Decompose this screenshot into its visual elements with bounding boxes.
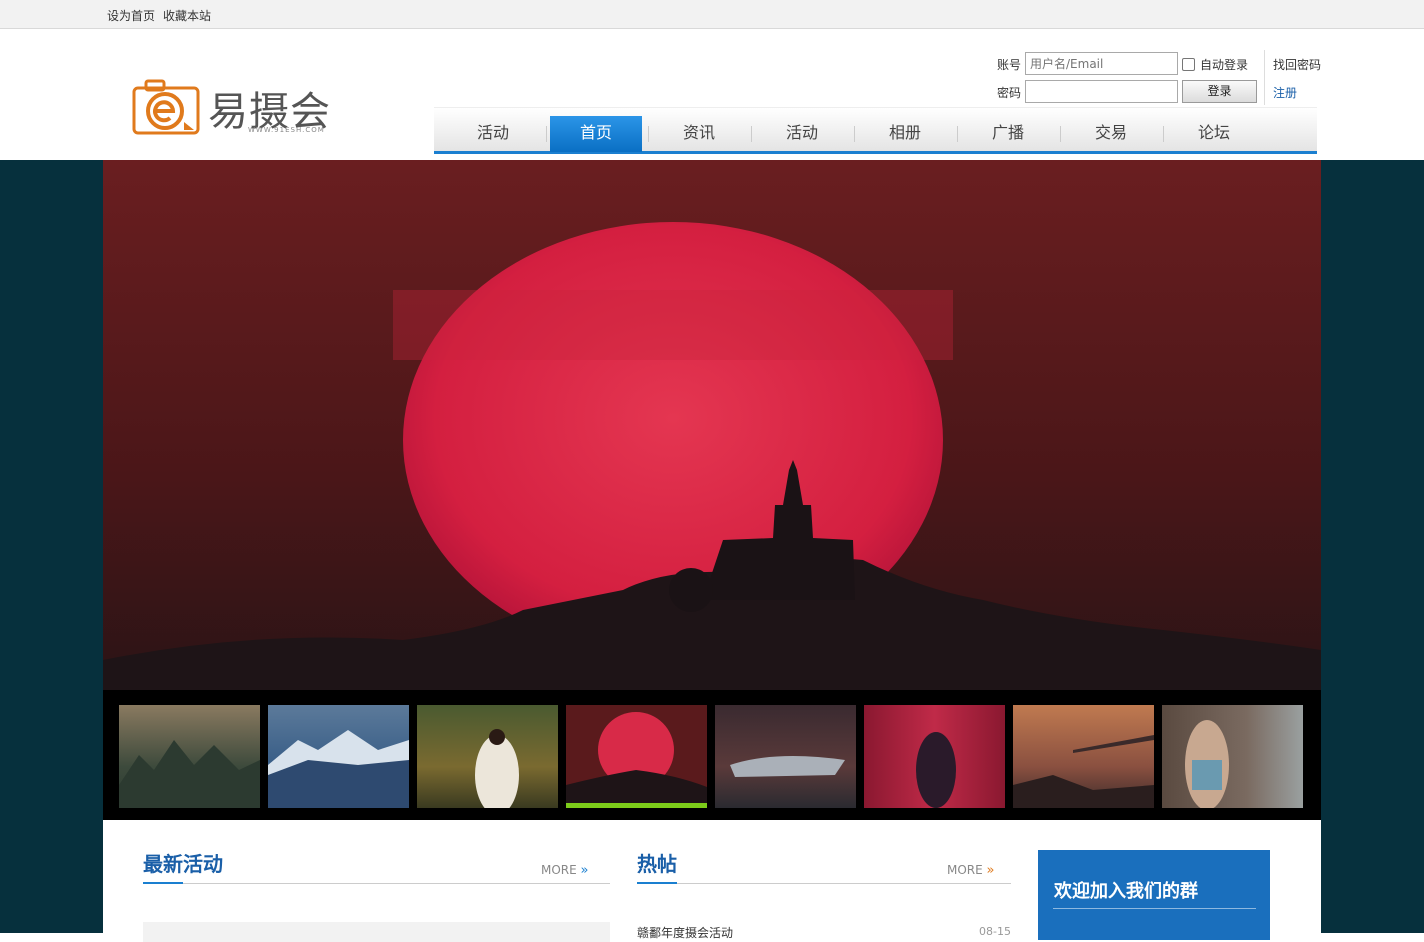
nav-item-album[interactable]: 相册 xyxy=(859,116,951,152)
account-label: 账号 xyxy=(997,58,1022,72)
thumbnail[interactable] xyxy=(864,705,1005,808)
latest-activity-item[interactable] xyxy=(143,922,610,942)
login-button[interactable]: 登录 xyxy=(1182,80,1257,103)
nav-divider xyxy=(854,126,855,142)
join-group-title[interactable]: 欢迎加入我们的群 xyxy=(1054,877,1198,903)
latest-activity-title[interactable]: 最新活动 xyxy=(143,848,223,877)
nav-item-home[interactable]: 首页 xyxy=(550,116,642,152)
section-accent xyxy=(637,882,677,884)
thumbnail[interactable] xyxy=(119,705,260,808)
hot-more-link[interactable]: MORE » xyxy=(947,863,995,878)
content-area: 最新活动 MORE » 热帖 MORE » 赣鄱年度摄会活动 08-15 欢迎加… xyxy=(103,820,1321,942)
auto-login-checkbox[interactable] xyxy=(1182,58,1195,71)
nav-divider xyxy=(1163,126,1164,142)
section-divider xyxy=(143,883,610,884)
more-label: MORE xyxy=(947,863,983,877)
active-thumb-indicator xyxy=(566,803,707,808)
chevron-right-icon: » xyxy=(580,863,589,878)
set-home-link[interactable]: 设为首页 xyxy=(107,7,155,24)
divider xyxy=(1264,50,1265,105)
main-nav: 活动 首页 资讯 活动 相册 广播 交易 论坛 xyxy=(434,107,1317,154)
thumbnail[interactable] xyxy=(1162,705,1303,808)
thumbnail[interactable] xyxy=(417,705,558,808)
section-divider xyxy=(637,883,1011,884)
nav-divider xyxy=(648,126,649,142)
password-label: 密码 xyxy=(997,86,1022,100)
auto-login-label: 自动登录 xyxy=(1200,58,1249,72)
top-bar: 设为首页 收藏本站 xyxy=(0,0,1424,29)
section-accent xyxy=(143,882,183,884)
site-domain: WWW.91ESH.COM xyxy=(248,126,325,134)
hero-image[interactable] xyxy=(103,160,1321,690)
nav-item-activity-2[interactable]: 活动 xyxy=(756,116,848,152)
find-password-link[interactable]: 找回密码 xyxy=(1273,56,1321,73)
nav-divider xyxy=(1060,126,1061,142)
nav-item-activity[interactable]: 活动 xyxy=(447,116,539,152)
hot-posts-title[interactable]: 热帖 xyxy=(637,848,677,877)
register-link[interactable]: 注册 xyxy=(1273,84,1297,101)
panel-divider xyxy=(1053,908,1256,909)
account-input[interactable] xyxy=(1025,52,1178,75)
nav-item-forum[interactable]: 论坛 xyxy=(1168,116,1260,152)
chevron-right-icon: » xyxy=(986,863,995,878)
more-label: MORE xyxy=(541,863,577,877)
nav-item-news[interactable]: 资讯 xyxy=(653,116,745,152)
nav-item-trade[interactable]: 交易 xyxy=(1065,116,1157,152)
thumbnail[interactable] xyxy=(1013,705,1154,808)
password-input[interactable] xyxy=(1025,80,1178,103)
nav-item-broadcast[interactable]: 广播 xyxy=(962,116,1054,152)
thumbnail[interactable] xyxy=(268,705,409,808)
nav-divider xyxy=(546,126,547,142)
hot-post-date: 08-15 xyxy=(979,925,1011,938)
camera-logo-icon[interactable] xyxy=(132,78,200,136)
join-group-panel: 欢迎加入我们的群 xyxy=(1038,850,1270,940)
header: 易摄会 WWW.91ESH.COM 账号 自动登录 密码 登录 找回密码 注册 … xyxy=(0,29,1424,160)
bookmark-link[interactable]: 收藏本站 xyxy=(163,7,211,24)
nav-divider xyxy=(751,126,752,142)
nav-divider xyxy=(957,126,958,142)
thumbnail-strip xyxy=(103,690,1321,820)
thumbnail-active[interactable] xyxy=(566,705,707,808)
thumbnail[interactable] xyxy=(715,705,856,808)
latest-more-link[interactable]: MORE » xyxy=(541,863,589,878)
